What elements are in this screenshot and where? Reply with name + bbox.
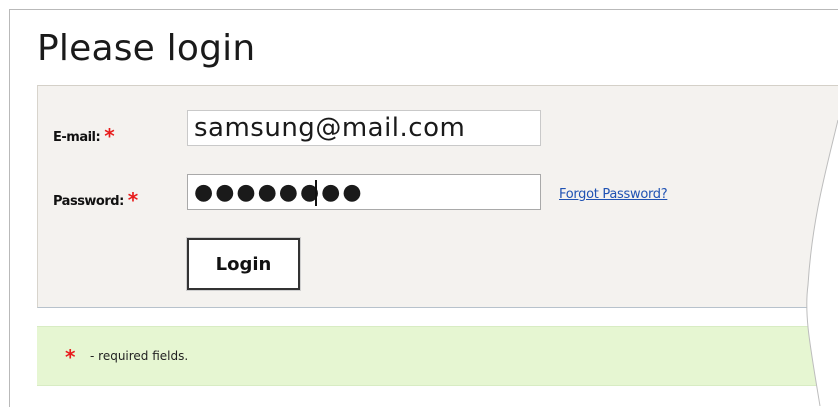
page-title: Please login: [37, 28, 256, 69]
password-required-marker: *: [127, 188, 138, 212]
email-field[interactable]: [187, 110, 541, 146]
email-label-text: E-mail:: [53, 130, 101, 145]
note-required-marker: *: [65, 345, 76, 369]
password-label: Password: *: [53, 186, 138, 212]
login-button[interactable]: Login: [186, 237, 301, 291]
required-fields-note: * - required fields.: [37, 326, 838, 386]
note-text: - required fields.: [90, 349, 189, 363]
password-field[interactable]: [187, 174, 541, 210]
password-label-text: Password:: [53, 194, 124, 209]
forgot-password-link[interactable]: Forgot Password?: [559, 187, 668, 202]
email-label: E-mail: *: [53, 122, 115, 148]
text-caret: [315, 180, 317, 206]
email-required-marker: *: [104, 124, 115, 148]
